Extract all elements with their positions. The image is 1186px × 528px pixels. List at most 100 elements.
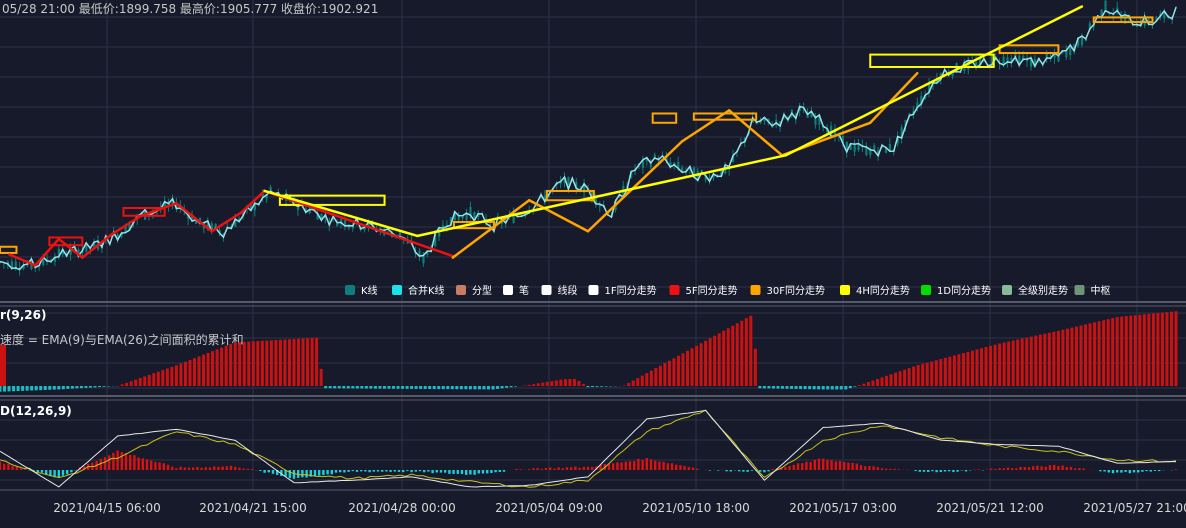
macd-bar [1044, 466, 1047, 470]
macd-bar [410, 470, 413, 473]
speed-bar [79, 386, 83, 389]
macd-bar [872, 466, 875, 470]
speed-bar [238, 342, 242, 386]
macd-bar [1103, 470, 1106, 472]
macd-bar [406, 470, 409, 471]
speed-bar [505, 386, 509, 388]
macd-bar [208, 467, 212, 470]
speed-bar [695, 345, 699, 386]
speed-bar [875, 378, 879, 386]
macd-bar [830, 460, 833, 470]
speed-bar [758, 386, 762, 389]
speed-bar [292, 339, 296, 386]
speed-bar [84, 386, 88, 388]
macd-bar [40, 470, 44, 473]
speed-bar [975, 349, 979, 386]
macd-bar [544, 467, 548, 470]
macd-bar [855, 463, 858, 470]
speed-bar [826, 386, 830, 390]
macd-bar [103, 457, 107, 470]
macd-bar [108, 455, 111, 470]
macd-bar [817, 458, 821, 470]
speed-bar [328, 386, 332, 389]
macd-bar [809, 461, 812, 470]
speed-bar [174, 365, 178, 386]
macd-bar [561, 468, 564, 470]
macd-bar [822, 458, 825, 470]
speed-bar [1097, 321, 1101, 386]
speed-bar [1093, 322, 1097, 386]
speed-bar [61, 386, 65, 390]
macd-bar [843, 461, 846, 470]
speed-bar [30, 386, 34, 391]
macd-bar [1082, 468, 1085, 470]
speed-bar [1115, 317, 1119, 386]
speed-bar [482, 386, 486, 390]
macd-bar [1099, 470, 1102, 472]
speed-bar [509, 386, 513, 388]
speed-bar [1052, 331, 1056, 386]
speed-bar [382, 386, 386, 389]
macd-bar [1069, 466, 1073, 470]
speed-bar [464, 386, 468, 390]
speed-bar [939, 359, 943, 386]
macd-bar [918, 470, 921, 472]
speed-bar [93, 386, 97, 388]
legend-swatch [345, 285, 355, 295]
speed-bar [25, 386, 29, 391]
macd-bar [746, 470, 749, 472]
speed-bar [907, 368, 911, 386]
speed-bar [414, 386, 418, 389]
macd-bar [788, 465, 791, 470]
macd-bar [137, 457, 140, 470]
speed-bar [1020, 338, 1024, 386]
speed-bar [387, 386, 391, 389]
macd-bar [486, 470, 489, 474]
speed-bar [993, 344, 997, 386]
speed-bar [1056, 330, 1060, 386]
macd-bar [57, 470, 60, 478]
speed-bar [717, 333, 721, 386]
speed-bar [654, 368, 658, 386]
macd-bar [460, 470, 464, 474]
speed-bar [468, 386, 472, 390]
legend-swatch [1002, 285, 1012, 295]
macd-bar [213, 466, 216, 470]
speed-bar [1102, 320, 1106, 386]
legend-swatch [840, 285, 850, 295]
speed-bar [315, 337, 319, 386]
macd-bar [372, 470, 375, 472]
speed-bar [735, 323, 739, 386]
macd-bar [431, 470, 434, 474]
legend-swatch [669, 285, 680, 295]
macd-bar [557, 467, 560, 470]
macd-bar [725, 470, 728, 472]
speed-bar [224, 345, 228, 386]
macd-bar [66, 470, 69, 475]
speed-bar [862, 383, 866, 386]
speed-bar [116, 386, 120, 387]
macd-bar [1057, 465, 1060, 470]
speed-bar [1043, 333, 1047, 386]
macd-bar [397, 470, 401, 472]
speed-bar [663, 363, 667, 386]
speed-bar [1047, 332, 1051, 386]
speed-bar [857, 385, 861, 386]
speed-bar [1084, 324, 1088, 386]
macd-bar [977, 469, 980, 470]
speed-bar [667, 360, 671, 386]
header-info: 05/28 21:00 最低价:1899.758 最高价:1905.777 收盘… [2, 1, 378, 16]
speed-bar [491, 386, 495, 390]
speed-bar [889, 374, 893, 386]
macd-bar [288, 470, 291, 479]
macd-bar [645, 457, 648, 470]
speed-bar [812, 386, 816, 390]
speed-bar [527, 384, 531, 386]
macd-bar [192, 467, 195, 470]
legend-swatch [750, 285, 761, 295]
speed-bar [1034, 335, 1038, 386]
speed-bar [310, 338, 314, 386]
speed-bar [188, 359, 192, 386]
speed-bar [1111, 318, 1115, 386]
speed-bar [459, 386, 463, 390]
